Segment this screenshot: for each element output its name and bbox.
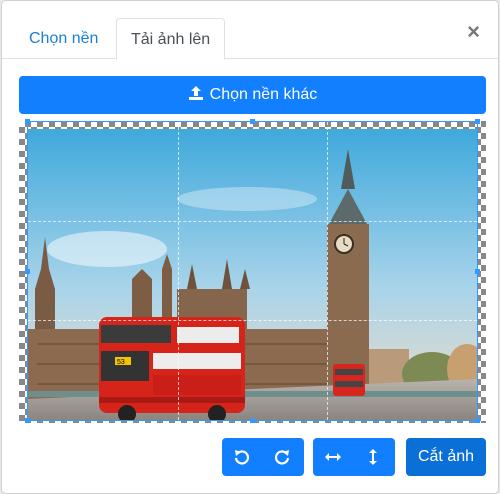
crop-guide-horizontal [28,320,477,322]
crop-canvas[interactable]: 53 [19,119,486,423]
flip-horizontal-button[interactable] [313,438,353,476]
choose-other-background-button[interactable]: Chọn nền khác [19,76,486,114]
crop-guide-vertical [177,122,179,420]
rotate-button-group [222,438,304,476]
crop-handle-w[interactable] [25,269,30,274]
crop-selection-box[interactable] [25,119,480,423]
crop-handle-s[interactable] [250,418,255,423]
flip-vertical-icon [369,449,377,465]
crop-handle-sw[interactable] [25,418,30,423]
tab-upload-image[interactable]: Tải ảnh lên [116,18,226,60]
flip-vertical-button[interactable] [353,438,393,476]
crop-guide-horizontal [28,221,477,223]
upload-icon [188,85,204,106]
rotate-left-icon [234,450,250,465]
crop-handle-se[interactable] [475,418,480,423]
crop-guide-vertical [327,122,329,420]
rotate-left-button[interactable] [222,438,262,476]
flip-horizontal-icon [325,453,341,461]
crop-handle-ne[interactable] [475,119,480,124]
crop-handle-e[interactable] [475,269,480,274]
upload-button-label: Chọn nền khác [209,86,318,103]
tab-choose-background[interactable]: Chọn nền [15,18,112,60]
tab-bar: Chọn nền Tải ảnh lên [2,1,498,60]
rotate-right-icon [274,450,290,465]
flip-button-group [313,438,395,476]
crop-handle-n[interactable] [250,119,255,124]
crop-handle-nw[interactable] [25,119,30,124]
rotate-right-button[interactable] [262,438,302,476]
modal-dialog: Chọn nền Tải ảnh lên × Chọn nền khác 53 … [1,0,499,494]
crop-image-button[interactable]: Cắt ảnh [406,438,486,476]
close-button[interactable]: × [467,19,480,45]
